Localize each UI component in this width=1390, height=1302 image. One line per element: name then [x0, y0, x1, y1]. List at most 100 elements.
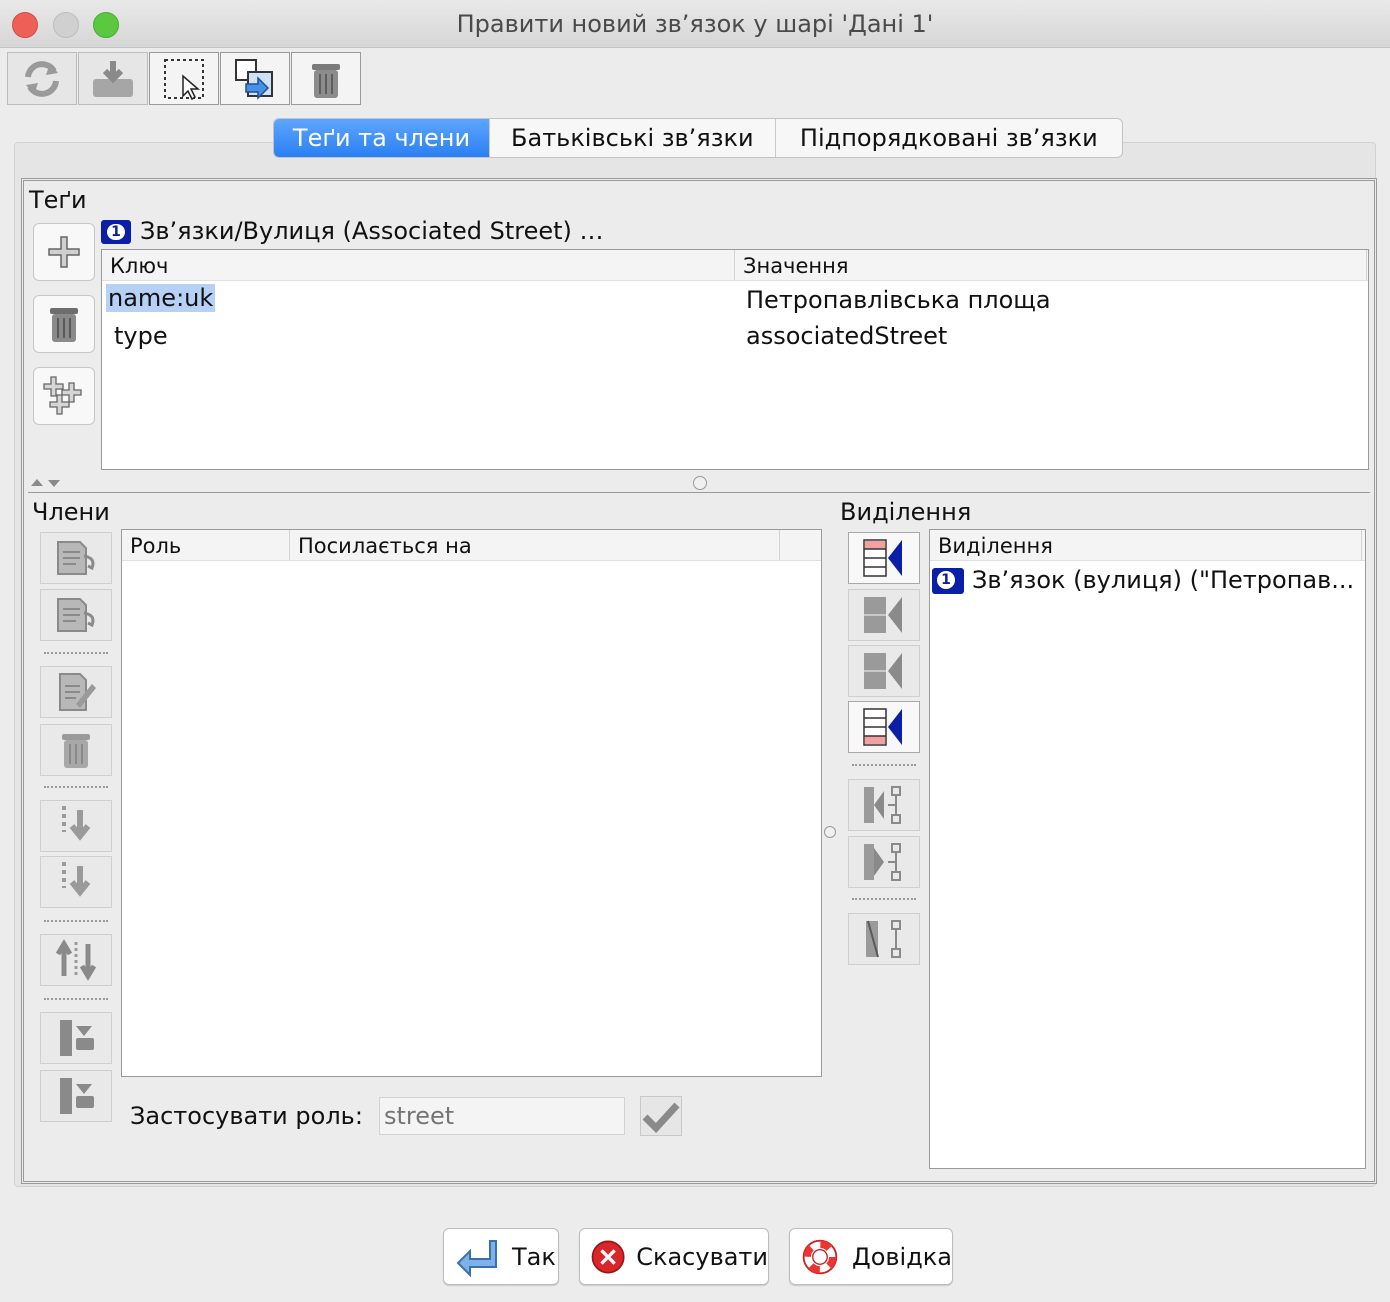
separator [44, 920, 108, 922]
column-header-value[interactable]: Значення [735, 250, 1367, 280]
role-input[interactable] [379, 1097, 625, 1135]
tag-key-cell[interactable]: type [114, 322, 168, 350]
separator [44, 652, 108, 654]
reverse-members-button[interactable] [40, 934, 112, 986]
split-pane-divider[interactable] [28, 474, 1368, 492]
member-edit-icon [57, 541, 95, 575]
column-header-extra[interactable] [780, 530, 820, 560]
select-in-members-button[interactable] [848, 836, 920, 888]
column-header-role[interactable]: Роль [122, 530, 290, 560]
relation-badge: 1 [937, 571, 955, 589]
cancel-button[interactable]: Скасувати [579, 1228, 769, 1285]
sort-below-button[interactable] [40, 856, 112, 908]
add-tag-button[interactable] [33, 223, 95, 281]
tag-value-cell[interactable]: Петропавлівська площа [746, 286, 1051, 314]
relation-preset-label: Зв’язки/Вулиця (Associated Street) … [140, 217, 604, 245]
dotted-down-arrow-icon [62, 806, 91, 841]
zoom-to-button[interactable] [220, 52, 290, 105]
relation-icon: 1 [101, 220, 131, 244]
refresh-icon [25, 60, 59, 97]
move-up-member-button[interactable] [40, 532, 112, 584]
separator [44, 998, 108, 1000]
add-selected-after-selection-button[interactable] [848, 645, 920, 697]
selection-table-header: Виділення [930, 530, 1365, 561]
splitter-handle[interactable] [824, 826, 836, 838]
select-area-icon [164, 58, 204, 100]
splitter-handle[interactable] [693, 476, 707, 490]
tag-key-cell[interactable]: name:uk [106, 284, 216, 312]
add-to-start-icon [863, 539, 902, 577]
ok-button[interactable]: Так [443, 1228, 559, 1285]
download-button[interactable] [78, 52, 148, 105]
member-insert-icon [60, 1020, 94, 1056]
selection-table: Виділення 1 Зв’язок (вулиця) ("Петропав.… [929, 529, 1366, 1169]
collapse-arrows-icon[interactable] [28, 476, 68, 490]
divider [28, 492, 1370, 493]
edit-member-button[interactable] [40, 666, 112, 718]
select-members-button[interactable] [848, 779, 920, 831]
tag-table: Ключ Значення name:uk Петропавлівська пл… [101, 249, 1369, 470]
relation-badge: 1 [107, 224, 125, 240]
add-after-icon [864, 653, 902, 689]
tags-section-label: Теґи [29, 186, 87, 214]
multi-plus-icon [43, 376, 82, 415]
member-insert-icon [60, 1078, 94, 1114]
members-section-label: Члени [32, 498, 110, 526]
ok-button-label: Так [512, 1242, 556, 1271]
trash-icon [62, 734, 90, 768]
cancel-button-label: Скасувати [636, 1242, 768, 1271]
move-down-member-button[interactable] [40, 589, 112, 641]
remove-selected-icon [866, 920, 901, 958]
tab-tags-members[interactable]: Теґи та члени [274, 119, 490, 157]
apply-role-label: Застосувати роль: [130, 1102, 363, 1130]
column-header-selection[interactable]: Виділення [930, 530, 1362, 560]
refresh-button[interactable] [7, 52, 77, 105]
checkmark-icon [642, 1102, 680, 1133]
separator [852, 764, 916, 766]
help-button[interactable]: Довідка [789, 1228, 953, 1285]
add-selected-before-selection-button[interactable] [848, 589, 920, 641]
help-button-label: Довідка [851, 1242, 952, 1271]
separator [852, 898, 916, 900]
member-table: Роль Посилається на [121, 529, 822, 1077]
download-icon [93, 60, 133, 97]
paste-tags-button[interactable] [33, 367, 95, 425]
window-title: Правити новий зв’язок у шарі 'Дані 1' [456, 10, 934, 38]
zoom-to-icon [235, 58, 273, 100]
select-members-icon [864, 786, 901, 824]
plus-icon [48, 236, 80, 268]
member-edit-icon [57, 598, 95, 632]
delete-relation-button[interactable] [291, 52, 361, 105]
relation-icon: 1 [932, 568, 964, 594]
reverse-arrows-icon [55, 939, 97, 981]
lifebuoy-icon [802, 1239, 838, 1274]
add-selected-first-button[interactable] [848, 532, 920, 584]
enter-arrow-icon [456, 1239, 497, 1277]
select-in-members-icon [864, 843, 901, 881]
tag-table-header: Ключ Значення [102, 250, 1368, 281]
add-to-end-icon [863, 708, 902, 746]
tab-child-relations[interactable]: Підпорядковані зв’язки [776, 119, 1122, 157]
add-selected-after-button[interactable] [40, 1070, 112, 1122]
add-selected-before-button[interactable] [40, 1012, 112, 1064]
delete-member-button[interactable] [40, 724, 112, 776]
sort-members-button[interactable] [40, 800, 112, 852]
separator [44, 786, 108, 788]
add-selected-last-button[interactable] [848, 701, 920, 753]
tag-value-cell[interactable]: associatedStreet [746, 322, 947, 350]
trash-icon [312, 63, 340, 98]
tab-parent-relations[interactable]: Батьківські зв’язки [490, 119, 776, 157]
tab-bar: Теґи та члени Батьківські зв’язки Підпор… [273, 118, 1123, 158]
remove-selected-button[interactable] [848, 913, 920, 965]
edit-document-icon [59, 673, 96, 711]
delete-tag-button[interactable] [33, 295, 95, 353]
dotted-down-arrow-icon [62, 862, 91, 897]
select-area-button[interactable] [149, 52, 219, 105]
column-header-key[interactable]: Ключ [102, 250, 735, 280]
selection-section-label: Виділення [840, 498, 972, 526]
member-table-header: Роль Посилається на [122, 530, 821, 561]
selection-item-label[interactable]: Зв’язок (вулиця) ("Петропав... [972, 566, 1354, 594]
apply-role-button[interactable] [640, 1096, 682, 1136]
column-header-refers-to[interactable]: Посилається на [290, 530, 780, 560]
cancel-x-icon [591, 1240, 625, 1273]
